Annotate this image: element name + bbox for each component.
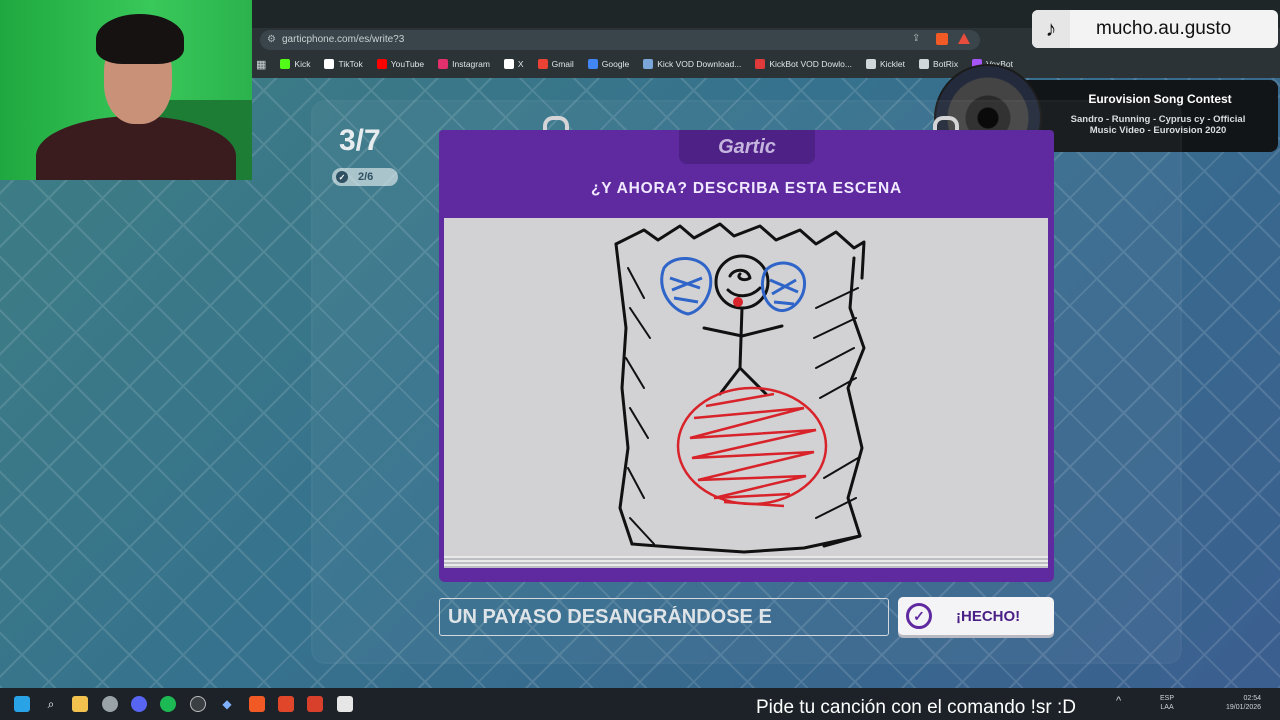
tiktok-badge: ♪ mucho.au.gusto	[1032, 10, 1278, 48]
brave-browser-icon-2[interactable]	[278, 696, 294, 712]
language-code: ESP	[1160, 695, 1175, 702]
site-info-icon[interactable]: ⚙	[267, 30, 276, 50]
bookmark-item[interactable]: YouTube	[376, 59, 425, 69]
webcam-feed	[0, 0, 252, 180]
notebook-paper-edge	[444, 556, 1048, 568]
bookmark-label: TikTok	[338, 59, 363, 69]
system-tray: ^	[1116, 695, 1121, 707]
players-done-badge: ✓ 2/6	[332, 168, 398, 186]
drawing-red-nose	[733, 297, 743, 307]
brave-shield-icon[interactable]	[936, 33, 948, 45]
gartic-logo: Gartic	[679, 130, 815, 164]
bookmark-item[interactable]: KickBot VOD Dowlo...	[755, 59, 852, 69]
player-drawing	[614, 222, 866, 554]
obs-icon[interactable]	[190, 696, 206, 712]
bookmark-favicon-icon	[376, 59, 387, 69]
tiktok-logo-icon: ♪	[1032, 10, 1070, 48]
bookmark-label: Google	[601, 59, 630, 69]
url-text: garticphone.com/es/write?3	[282, 34, 405, 45]
document-icon[interactable]	[337, 696, 353, 712]
search-icon[interactable]: ⌕	[43, 696, 59, 712]
bookmark-favicon-icon	[537, 59, 548, 69]
drawing-bottom-line	[630, 534, 862, 554]
apps-grid-icon[interactable]: ▦	[256, 58, 266, 71]
bookmark-item[interactable]: BotRix	[919, 59, 958, 69]
taskbar-clock[interactable]: 02:54 19/01/2026	[1226, 694, 1261, 712]
bookmark-label: Kicklet	[879, 59, 906, 69]
bookmark-label: Kick	[294, 59, 311, 69]
bookmark-label: Instagram	[452, 59, 490, 69]
drawing-mouth	[726, 286, 762, 298]
bookmark-label: BotRix	[933, 59, 959, 69]
tiktok-username: mucho.au.gusto	[1096, 18, 1232, 39]
keyboard-layout: LAA	[1160, 704, 1174, 711]
bookmark-label: Gmail	[551, 59, 574, 69]
bookmark-item[interactable]: X	[503, 59, 524, 69]
drawing-stick-body	[738, 306, 744, 370]
share-icon[interactable]: ⇪	[912, 33, 924, 45]
bookmark-favicon-icon	[280, 59, 291, 69]
brave-browser-icon-3[interactable]	[307, 696, 323, 712]
bookmark-item[interactable]: Google	[587, 59, 630, 69]
windows-taskbar: ⌕ ◆	[0, 688, 1280, 720]
clock-date: 19/01/2026	[1226, 704, 1262, 711]
round-counter: 3/7	[339, 124, 381, 157]
bookmark-label: KickBot VOD Dowlo...	[769, 59, 852, 69]
done-button[interactable]: ✓ ¡HECHO!	[898, 597, 1054, 635]
prompt-heading: ¿Y AHORA? DESCRIBA ESTA ESCENA	[590, 180, 903, 197]
clock-time: 02:54	[1243, 695, 1262, 702]
done-button-label: ¡HECHO!	[956, 607, 1021, 625]
spotify-icon[interactable]	[160, 696, 176, 712]
players-done-count: 2/6	[358, 171, 374, 183]
chrome-icon[interactable]	[102, 696, 118, 712]
drawing-red-ball	[676, 386, 828, 506]
bookmark-favicon-icon	[755, 59, 766, 69]
brave-browser-icon[interactable]	[249, 696, 265, 712]
webcam-person-hair	[96, 14, 184, 64]
card-body	[439, 216, 1054, 582]
language-indicator[interactable]: ESP LAA	[1160, 694, 1174, 712]
drawing-left-hatch	[625, 267, 655, 545]
bookmark-favicon-icon	[643, 59, 654, 69]
bookmark-label: X	[517, 59, 524, 69]
bookmark-favicon-icon	[438, 59, 449, 69]
discord-icon[interactable]	[131, 696, 147, 712]
brave-rewards-icon[interactable]	[958, 33, 970, 44]
chevron-up-icon[interactable]: ^	[1116, 695, 1121, 707]
bookmark-item[interactable]: Kick	[280, 59, 310, 69]
notebook-card: Gartic ¿Y AHORA? DESCRIBA ESTA ESCENA	[439, 116, 1054, 582]
app-icon[interactable]: ◆	[219, 696, 235, 712]
check-icon: ✓	[336, 171, 348, 183]
bookmark-item[interactable]: Kick VOD Download...	[643, 59, 741, 69]
bookmark-favicon-icon	[865, 59, 876, 69]
drawing-left-wall	[614, 242, 634, 546]
drawing-stick-arms	[702, 324, 784, 338]
card-header: Gartic ¿Y AHORA? DESCRIBA ESTA ESCENA	[439, 130, 1054, 216]
drawing-eye	[728, 268, 752, 282]
done-check-icon: ✓	[906, 603, 932, 629]
drawing-red-scribble	[689, 392, 817, 508]
bookmark-label: Kick VOD Download...	[657, 59, 742, 69]
song-request-text: Pide tu canción con el comando !sr :D	[756, 697, 1077, 718]
bookmarks-bar: ▦ Kick TikTok YouTube Instagram X Gmail Google…	[252, 54, 1280, 74]
bookmark-item[interactable]: Gmail	[537, 59, 574, 69]
file-explorer-icon[interactable]	[72, 696, 88, 712]
drawing-canvas	[444, 218, 1048, 556]
address-bar[interactable]: ⚙ garticphone.com/es/write?3	[260, 30, 980, 50]
bookmark-label: YouTube	[390, 59, 425, 69]
bookmark-item[interactable]: Kicklet	[865, 59, 906, 69]
bookmark-favicon-icon	[503, 59, 514, 69]
bookmark-favicon-icon	[919, 59, 930, 69]
windows-start-icon[interactable]	[14, 696, 30, 712]
drawing-blue-cheek-left	[660, 257, 713, 316]
bookmark-favicon-icon	[324, 59, 335, 69]
answer-input[interactable]	[439, 598, 889, 636]
bookmark-item[interactable]: TikTok	[324, 59, 363, 69]
bookmark-favicon-icon	[587, 59, 598, 69]
bookmark-item[interactable]: Instagram	[438, 59, 490, 69]
